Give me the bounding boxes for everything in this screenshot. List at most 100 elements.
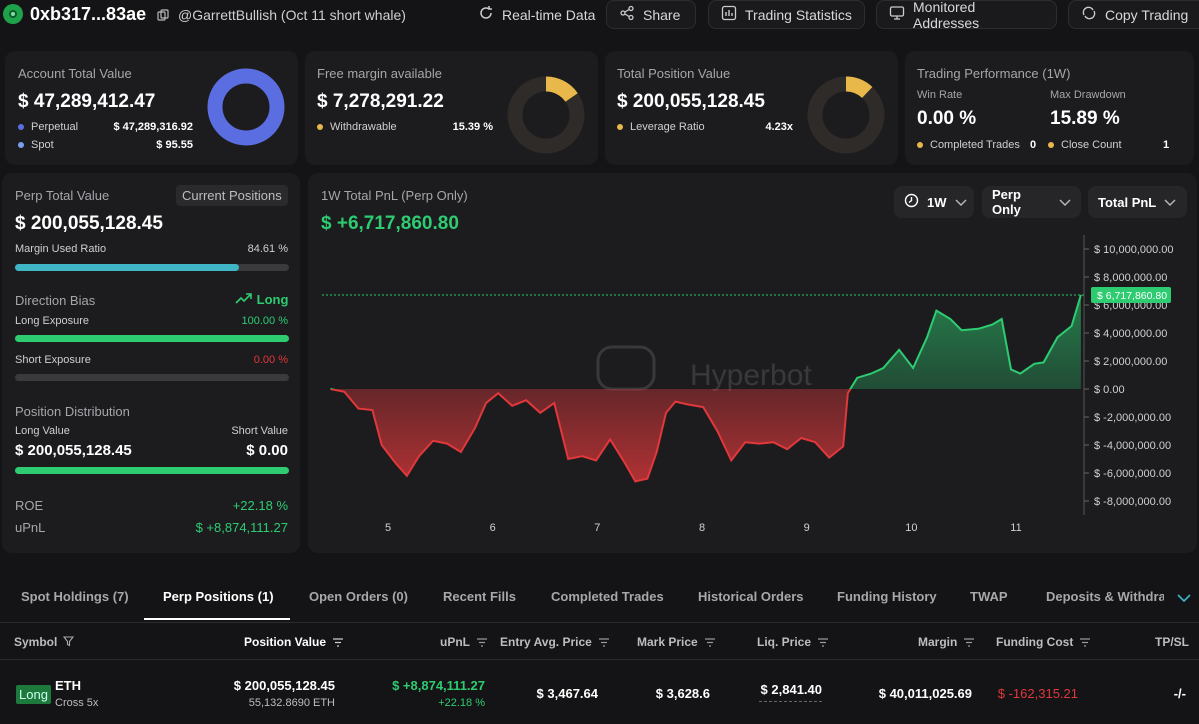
copy-trading-icon bbox=[1081, 5, 1097, 24]
col-liq-price-label: Liq. Price bbox=[757, 635, 812, 649]
top-bar: 0xb317...83ae @GarrettBullish (Oct 11 sh… bbox=[0, 0, 1199, 31]
scope-select[interactable]: Perp Only bbox=[982, 186, 1081, 218]
account-donut-ring bbox=[207, 68, 285, 146]
roe-label: ROE bbox=[15, 498, 44, 513]
sort-icon[interactable] bbox=[704, 636, 716, 650]
tab-perp-positions[interactable]: Perp Positions (1) bbox=[163, 589, 274, 604]
x-tick-label: 8 bbox=[699, 522, 705, 534]
monitored-addresses-button[interactable]: Monitored Addresses bbox=[876, 0, 1057, 31]
sort-icon[interactable] bbox=[963, 636, 975, 650]
realtime-data-button[interactable]: Real-time Data bbox=[466, 0, 607, 29]
y-tick-label: $ 10,000,000.00 bbox=[1094, 244, 1174, 256]
tab-twap[interactable]: TWAP bbox=[970, 589, 1008, 604]
x-tick-label: 11 bbox=[1010, 522, 1021, 534]
account-total-value: $ 47,289,412.47 bbox=[18, 91, 156, 112]
chevron-down-icon bbox=[1164, 195, 1176, 210]
tpsl[interactable]: -/- bbox=[1150, 686, 1186, 701]
share-button[interactable]: Share bbox=[606, 0, 696, 29]
leverage-row: Leverage Ratio bbox=[617, 121, 705, 133]
tab-recent-fills[interactable]: Recent Fills bbox=[443, 589, 516, 604]
current-positions-tag: Current Positions bbox=[176, 185, 288, 206]
trading-statistics-button[interactable]: Trading Statistics bbox=[708, 0, 865, 29]
margin-used-fill bbox=[15, 264, 239, 271]
chevron-down-icon bbox=[955, 195, 967, 210]
tabs-expand-icon[interactable] bbox=[1177, 592, 1191, 606]
col-upnl[interactable]: uPnL bbox=[440, 635, 488, 650]
upnl-value: $ +8,874,111.27 bbox=[195, 520, 288, 535]
perp-total-value: $ 200,055,128.45 bbox=[15, 213, 163, 234]
perp-panel: Perp Total Value Current Positions $ 200… bbox=[2, 173, 300, 553]
free-margin-label: Free margin available bbox=[317, 66, 443, 81]
col-funding-cost[interactable]: Funding Cost bbox=[996, 635, 1091, 650]
sort-icon[interactable] bbox=[817, 636, 829, 650]
bar-chart-icon bbox=[721, 5, 737, 24]
short-value-label: Short Value bbox=[231, 425, 288, 437]
sort-icon[interactable] bbox=[332, 636, 344, 650]
tab-spot-holdings[interactable]: Spot Holdings (7) bbox=[21, 589, 129, 604]
hyperbot-watermark: Hyperbot bbox=[596, 345, 812, 392]
table-row[interactable]: Long ETH Cross 5x $ 200,055,128.45 55,13… bbox=[0, 661, 1199, 724]
positions-table-header: Symbol Position Value uPnL Entry Avg. Pr… bbox=[0, 622, 1199, 660]
margin: $ 40,011,025.69 bbox=[878, 686, 972, 701]
tab-historical-orders[interactable]: Historical Orders bbox=[698, 589, 804, 604]
position-donut-track bbox=[807, 76, 885, 154]
col-mark-price-label: Mark Price bbox=[637, 635, 698, 649]
x-tick-label: 10 bbox=[905, 522, 917, 534]
period-select[interactable]: 1W bbox=[894, 186, 974, 218]
copy-trading-button[interactable]: Copy Trading bbox=[1068, 0, 1199, 29]
completed-dot bbox=[917, 142, 923, 149]
monitor-icon bbox=[889, 5, 905, 24]
tab-open-orders[interactable]: Open Orders (0) bbox=[309, 589, 408, 604]
tab-funding-history[interactable]: Funding History bbox=[837, 589, 937, 604]
max-drawdown-label: Max Drawdown bbox=[1050, 89, 1126, 101]
perpetual-label: Perpetual bbox=[31, 121, 79, 133]
col-symbol[interactable]: Symbol bbox=[14, 635, 75, 650]
side-badge: Long bbox=[16, 685, 51, 704]
symbol[interactable]: ETH bbox=[55, 678, 81, 693]
x-tick-label: 6 bbox=[490, 522, 496, 534]
direction-bias-value: Long bbox=[235, 292, 288, 307]
col-funding-cost-label: Funding Cost bbox=[996, 635, 1074, 649]
close-count-row: Close Count bbox=[1048, 139, 1122, 151]
long-exposure-label: Long Exposure bbox=[15, 315, 89, 327]
pnl-chart: Hyperbot $ 10,000,000.00 $ 8,000,000.00 $ … bbox=[322, 235, 1174, 534]
close-count-label: Close Count bbox=[1061, 139, 1122, 151]
completed-trades-row: Completed Trades bbox=[917, 139, 1020, 151]
positions-tabs: Spot Holdings (7) Perp Positions (1) Ope… bbox=[0, 576, 1199, 620]
sort-icon[interactable] bbox=[476, 636, 488, 650]
filter-icon[interactable] bbox=[63, 636, 75, 650]
share-icon bbox=[619, 5, 635, 24]
win-rate-value: 0.00 % bbox=[917, 108, 977, 129]
trading-statistics-label: Trading Statistics bbox=[745, 6, 852, 23]
tab-completed-trades[interactable]: Completed Trades bbox=[551, 589, 664, 604]
perpetual-dot bbox=[18, 124, 24, 131]
position-value-card: Total Position Value $ 200,055,128.45 Le… bbox=[605, 51, 898, 165]
copy-icon[interactable] bbox=[157, 9, 169, 24]
tab-deposits-withdraw[interactable]: Deposits & Withdraw bbox=[1046, 589, 1164, 604]
col-position-value[interactable]: Position Value bbox=[244, 635, 344, 650]
long-exposure-value: 100.00 % bbox=[241, 315, 288, 327]
sort-icon[interactable] bbox=[598, 636, 610, 650]
col-liq-price[interactable]: Liq. Price bbox=[757, 635, 829, 650]
perpetual-value: $ 47,289,316.92 bbox=[113, 121, 193, 133]
entry-price: $ 3,467.64 bbox=[536, 686, 598, 701]
max-drawdown-value: 15.89 % bbox=[1050, 108, 1120, 129]
position-distribution-bar bbox=[15, 467, 289, 474]
withdrawable-value: 15.39 % bbox=[452, 121, 493, 133]
col-entry-price[interactable]: Entry Avg. Price bbox=[500, 635, 610, 650]
position-value-donut bbox=[807, 76, 885, 154]
margin-used-value: 84.61 % bbox=[247, 243, 288, 255]
col-margin[interactable]: Margin bbox=[918, 635, 975, 650]
col-symbol-label: Symbol bbox=[14, 635, 58, 649]
watermark-text: Hyperbot bbox=[690, 359, 812, 392]
leverage-dot bbox=[617, 124, 623, 131]
refresh-icon bbox=[478, 5, 494, 24]
position-value-label: Total Position Value bbox=[617, 66, 731, 81]
short-exposure-bar bbox=[15, 374, 289, 381]
sort-icon[interactable] bbox=[1079, 636, 1091, 650]
y-tick-label: $ -2,000,000.00 bbox=[1094, 412, 1171, 424]
metric-select[interactable]: Total PnL bbox=[1088, 186, 1187, 218]
spot-label: Spot bbox=[31, 139, 54, 151]
col-mark-price[interactable]: Mark Price bbox=[637, 635, 716, 650]
pnl-chart-label: 1W Total PnL (Perp Only) bbox=[321, 188, 468, 203]
